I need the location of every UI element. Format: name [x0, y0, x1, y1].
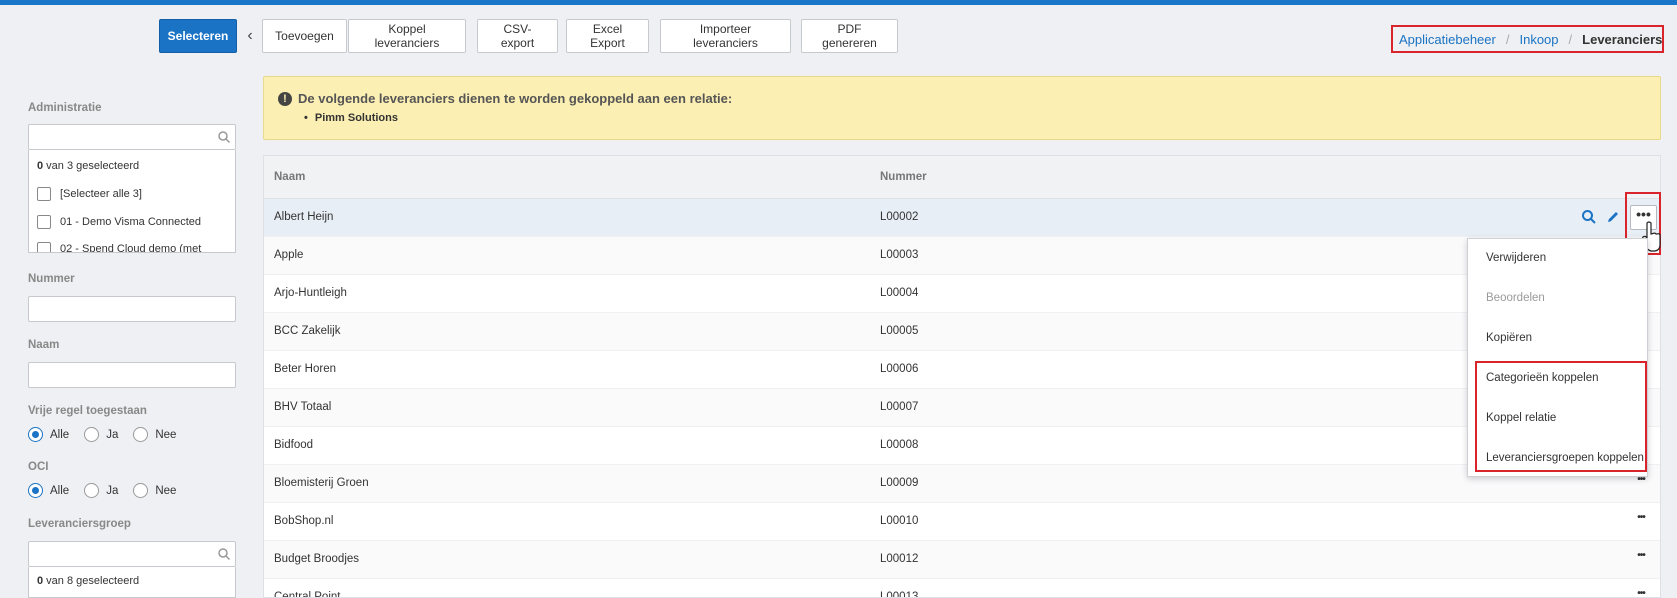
oci-option-alle[interactable]: Alle — [28, 483, 69, 498]
radio-button[interactable] — [133, 427, 149, 442]
administratie-option[interactable]: 02 - Spend Cloud demo (met — [37, 241, 201, 252]
administratie-multiselect[interactable]: 0 van 3 geselecteerd [Selecteer alle 3] … — [28, 150, 236, 253]
table-row[interactable]: BHV Totaal L00007 — [264, 389, 1660, 427]
administratie-search-input[interactable] — [28, 124, 236, 150]
radio-button[interactable] — [28, 483, 43, 498]
leveranciersgroep-search-input[interactable] — [28, 541, 236, 567]
view-search-icon[interactable] — [1581, 209, 1597, 225]
highlight-frame — [1475, 361, 1647, 472]
cell-nummer: L00013 — [880, 591, 919, 598]
administratie-option[interactable]: 01 - Demo Visma Connected — [37, 214, 201, 230]
more-options-icon[interactable]: ••• — [1634, 589, 1648, 598]
radio-button[interactable] — [84, 483, 100, 498]
cell-naam: BobShop.nl — [274, 515, 334, 527]
oci-option-nee[interactable]: Nee — [133, 483, 176, 498]
cell-nummer: L00009 — [880, 477, 919, 489]
cell-naam: Central Point — [274, 591, 341, 598]
radio-button[interactable] — [84, 427, 100, 442]
checkbox[interactable] — [37, 187, 51, 201]
cell-nummer: L00006 — [880, 363, 919, 375]
administratie-option[interactable]: [Selecteer alle 3] — [37, 186, 142, 202]
cell-naam: Arjo-Huntleigh — [274, 287, 347, 299]
oci-option-ja[interactable]: Ja — [84, 483, 118, 498]
select-button[interactable]: Selecteren — [159, 19, 237, 53]
breadcrumb-applicatiebeheer[interactable]: Applicatiebeheer — [1399, 32, 1496, 47]
table-row[interactable]: Budget Broodjes L00012 ••• — [264, 541, 1660, 579]
oci-label: OCI — [28, 461, 49, 473]
vrije-regel-option-alle[interactable]: Alle — [28, 427, 69, 442]
search-icon — [218, 548, 231, 561]
more-options-icon[interactable]: ••• — [1634, 513, 1648, 527]
add-button[interactable]: Toevoegen — [262, 19, 347, 53]
table-row[interactable]: BobShop.nl L00010 ••• — [264, 503, 1660, 541]
top-accent-bar — [0, 0, 1677, 5]
cell-nummer: L00003 — [880, 249, 919, 261]
breadcrumb-current: Leveranciers — [1582, 31, 1663, 47]
generate-pdf-button[interactable]: PDF genereren — [801, 19, 898, 53]
cell-naam: Bloemisterij Groen — [274, 477, 369, 489]
more-options-icon[interactable]: ••• — [1634, 551, 1648, 565]
alert-title: De volgende leveranciers dienen te worde… — [298, 91, 733, 106]
administratie-selected-count: 0 van 3 geselecteerd — [37, 160, 140, 172]
cell-naam: Beter Horen — [274, 363, 337, 375]
import-suppliers-button[interactable]: Importeer leveranciers — [660, 19, 791, 53]
table-row[interactable]: BCC Zakelijk L00005 — [264, 313, 1660, 351]
radio-button[interactable] — [133, 483, 149, 498]
warning-alert: ! De volgende leveranciers dienen te wor… — [263, 76, 1661, 140]
vrije-regel-radio-group: Alle Ja Nee — [28, 427, 191, 442]
edit-pencil-icon[interactable] — [1605, 209, 1621, 225]
more-options-icon[interactable]: ••• — [1634, 475, 1648, 489]
naam-input[interactable] — [28, 362, 236, 388]
breadcrumb-separator: / — [1568, 31, 1573, 47]
nummer-label: Nummer — [28, 273, 75, 285]
leveranciersgroep-label: Leveranciersgroep — [28, 518, 131, 530]
breadcrumb-separator: / — [1505, 31, 1510, 47]
cell-nummer: L00010 — [880, 515, 919, 527]
breadcrumb: Applicatiebeheer / Inkoop / Leveranciers — [1391, 25, 1664, 53]
table-row[interactable]: Apple L00003 — [264, 237, 1660, 275]
search-icon — [218, 131, 231, 144]
table-row[interactable]: Bidfood L00008 — [264, 427, 1660, 465]
exclamation-icon: ! — [278, 92, 292, 106]
chevron-left-icon[interactable]: ‹ — [244, 26, 256, 46]
cell-naam: BCC Zakelijk — [274, 325, 341, 337]
table-row[interactable]: Central Point L00013 ••• — [264, 579, 1660, 598]
table-row[interactable]: Beter Horen L00006 — [264, 351, 1660, 389]
cell-naam: Apple — [274, 249, 304, 261]
cell-nummer: L00004 — [880, 287, 919, 299]
cell-naam: Budget Broodjes — [274, 553, 360, 565]
radio-button[interactable] — [28, 427, 43, 442]
link-suppliers-button[interactable]: Koppel leveranciers — [348, 19, 466, 53]
administratie-label: Administratie — [28, 102, 102, 114]
cell-nummer: L00008 — [880, 439, 919, 451]
oci-radio-group: Alle Ja Nee — [28, 483, 191, 498]
naam-label: Naam — [28, 339, 60, 351]
column-header-naam[interactable]: Naam — [274, 171, 305, 183]
vrije-regel-option-nee[interactable]: Nee — [133, 427, 176, 442]
column-header-nummer[interactable]: Nummer — [880, 171, 927, 183]
cell-nummer: L00012 — [880, 553, 919, 565]
menu-item-delete[interactable]: Verwijderen — [1486, 252, 1546, 264]
excel-export-button[interactable]: Excel Export — [566, 19, 649, 53]
checkbox[interactable] — [37, 242, 51, 252]
menu-item-review: Beoordelen — [1486, 292, 1545, 304]
leveranciersgroep-selected-count: 0 van 8 geselecteerd — [37, 575, 140, 587]
row-actions — [263, 199, 1661, 237]
vrije-regel-label: Vrije regel toegestaan — [28, 405, 147, 417]
cell-naam: Bidfood — [274, 439, 314, 451]
nummer-input[interactable] — [28, 296, 236, 322]
table-row[interactable]: Bloemisterij Groen L00009 ••• — [264, 465, 1660, 503]
cell-nummer: L00005 — [880, 325, 919, 337]
csv-export-button[interactable]: CSV-export — [477, 19, 558, 53]
breadcrumb-inkoop[interactable]: Inkoop — [1519, 32, 1558, 47]
cell-nummer: L00007 — [880, 401, 919, 413]
table-header: Naam Nummer — [264, 156, 1660, 199]
checkbox[interactable] — [37, 215, 51, 229]
leveranciersgroep-multiselect[interactable]: 0 van 8 geselecteerd — [28, 567, 236, 598]
alert-list-item: Pimm Solutions — [304, 112, 398, 124]
cell-naam: BHV Totaal — [274, 401, 332, 413]
menu-item-copy[interactable]: Kopiëren — [1486, 332, 1532, 344]
table-row[interactable]: Arjo-Huntleigh L00004 — [264, 275, 1660, 313]
vrije-regel-option-ja[interactable]: Ja — [84, 427, 118, 442]
